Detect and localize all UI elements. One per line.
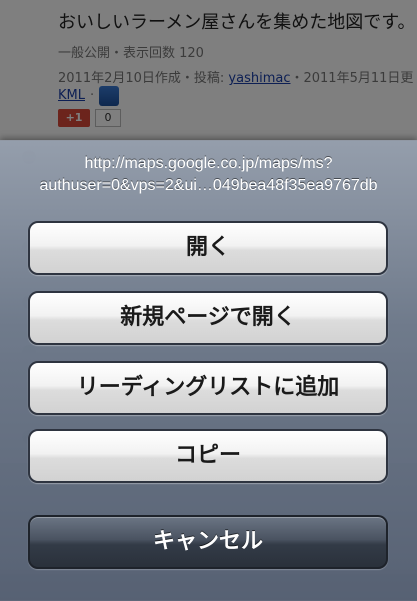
open-in-new-page-button[interactable]: 新規ページで開く — [28, 291, 388, 345]
url-line-2: authuser=0&vps=2&ui…049bea48f35ea9767db — [39, 177, 378, 194]
cancel-button[interactable]: キャンセル — [28, 515, 388, 569]
add-to-reading-list-button[interactable]: リーディングリストに追加 — [28, 361, 388, 415]
open-button[interactable]: 開く — [28, 221, 388, 275]
action-sheet: http://maps.google.co.jp/maps/ms? authus… — [0, 140, 417, 601]
copy-button[interactable]: コピー — [28, 429, 388, 483]
action-sheet-url: http://maps.google.co.jp/maps/ms? authus… — [0, 153, 417, 197]
url-line-1: http://maps.google.co.jp/maps/ms? — [84, 155, 333, 172]
